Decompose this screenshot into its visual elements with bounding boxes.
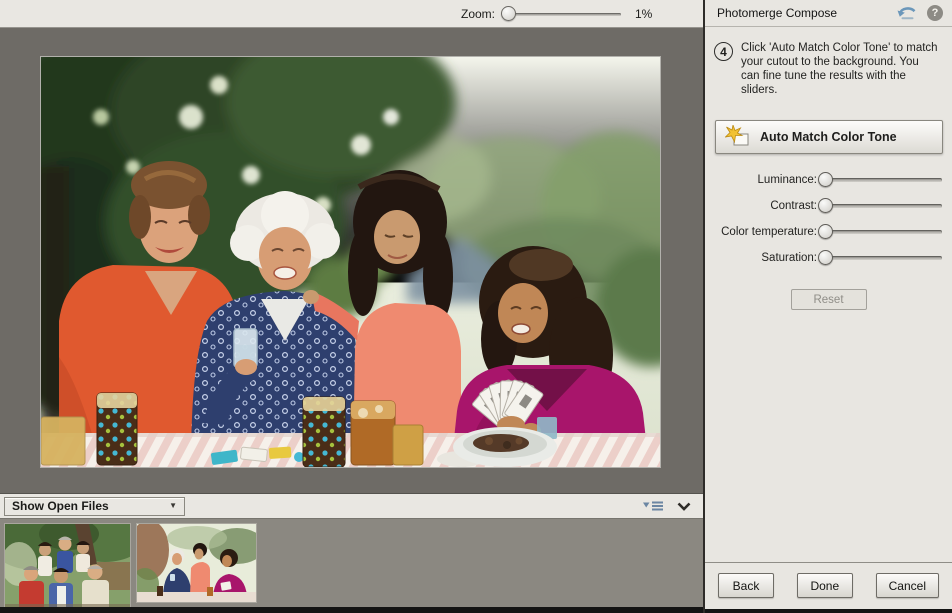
undo-icon[interactable] bbox=[897, 5, 919, 21]
panel-title: Photomerge Compose bbox=[717, 6, 838, 20]
panel-bottom-edge bbox=[705, 609, 952, 613]
luminance-slider[interactable] bbox=[818, 171, 944, 188]
back-button[interactable]: Back bbox=[718, 573, 774, 598]
saturation-slider-knob[interactable] bbox=[818, 249, 833, 265]
panel-menu-icon[interactable] bbox=[643, 500, 664, 512]
zoom-slider-knob[interactable] bbox=[501, 5, 516, 21]
luminance-slider-row: Luminance: bbox=[705, 171, 944, 188]
zoom-slider[interactable] bbox=[501, 5, 623, 22]
contrast-slider-track[interactable] bbox=[825, 203, 942, 208]
zoom-label: Zoom: bbox=[460, 6, 495, 21]
saturation-slider-row: Saturation: bbox=[705, 249, 944, 266]
help-icon[interactable]: ? bbox=[927, 5, 943, 21]
photo-bin-header: Show Open Files ▼ bbox=[0, 493, 703, 519]
reset-button[interactable]: Reset bbox=[790, 289, 867, 310]
panel-footer: Back Done Cancel bbox=[705, 562, 952, 609]
zoom-slider-track[interactable] bbox=[508, 12, 621, 16]
luminance-label: Luminance: bbox=[757, 173, 817, 186]
color-temperature-slider-track[interactable] bbox=[825, 229, 942, 234]
color-tone-sliders: Luminance: Contrast: Color temperature: bbox=[705, 171, 952, 266]
canvas-area[interactable] bbox=[0, 28, 703, 493]
photomerge-compose-window: Zoom: 1% Show Open Files ▼ Photomerge Co… bbox=[0, 0, 952, 613]
color-temperature-label: Color temperature: bbox=[721, 225, 817, 238]
photomerge-panel: Photomerge Compose ? 4 Click 'Auto Match… bbox=[703, 0, 952, 613]
collapse-bin-chevron-icon[interactable] bbox=[677, 502, 691, 511]
contrast-slider[interactable] bbox=[818, 197, 944, 214]
step-number-badge: 4 bbox=[714, 42, 733, 61]
contrast-label: Contrast: bbox=[770, 199, 817, 212]
step-instruction: 4 Click 'Auto Match Color Tone' to match… bbox=[705, 27, 952, 97]
zoom-value: 1% bbox=[635, 6, 653, 21]
color-temperature-slider-row: Color temperature: bbox=[705, 223, 944, 240]
luminance-slider-track[interactable] bbox=[825, 177, 942, 182]
show-open-files-dropdown[interactable]: Show Open Files ▼ bbox=[4, 496, 185, 516]
contrast-slider-row: Contrast: bbox=[705, 197, 944, 214]
auto-match-color-tone-button[interactable]: Auto Match Color Tone bbox=[715, 120, 943, 154]
done-button[interactable]: Done bbox=[796, 573, 853, 598]
canvas-photo bbox=[41, 57, 660, 467]
dropdown-arrow-icon: ▼ bbox=[169, 501, 177, 510]
photo-bin-thumbnail-1[interactable] bbox=[5, 524, 130, 607]
zoom-bar: Zoom: 1% bbox=[0, 0, 703, 28]
auto-match-label: Auto Match Color Tone bbox=[760, 130, 897, 144]
cancel-button[interactable]: Cancel bbox=[875, 573, 939, 598]
panel-spacer bbox=[705, 310, 952, 562]
show-open-files-label: Show Open Files bbox=[12, 499, 109, 513]
saturation-label: Saturation: bbox=[761, 251, 817, 264]
saturation-slider-track[interactable] bbox=[825, 255, 942, 260]
auto-match-icon bbox=[725, 125, 751, 149]
luminance-slider-knob[interactable] bbox=[818, 171, 833, 187]
window-bottom-edge bbox=[0, 607, 703, 613]
step-text: Click 'Auto Match Color Tone' to match y… bbox=[741, 42, 938, 96]
editor-left-column: Zoom: 1% Show Open Files ▼ bbox=[0, 0, 703, 613]
photo-bin bbox=[0, 519, 703, 607]
saturation-slider[interactable] bbox=[818, 249, 944, 266]
color-temperature-slider[interactable] bbox=[818, 223, 944, 240]
contrast-slider-knob[interactable] bbox=[818, 197, 833, 213]
panel-header: Photomerge Compose ? bbox=[705, 0, 952, 27]
photo-bin-thumbnail-2[interactable] bbox=[137, 524, 256, 602]
color-temperature-slider-knob[interactable] bbox=[818, 223, 833, 239]
